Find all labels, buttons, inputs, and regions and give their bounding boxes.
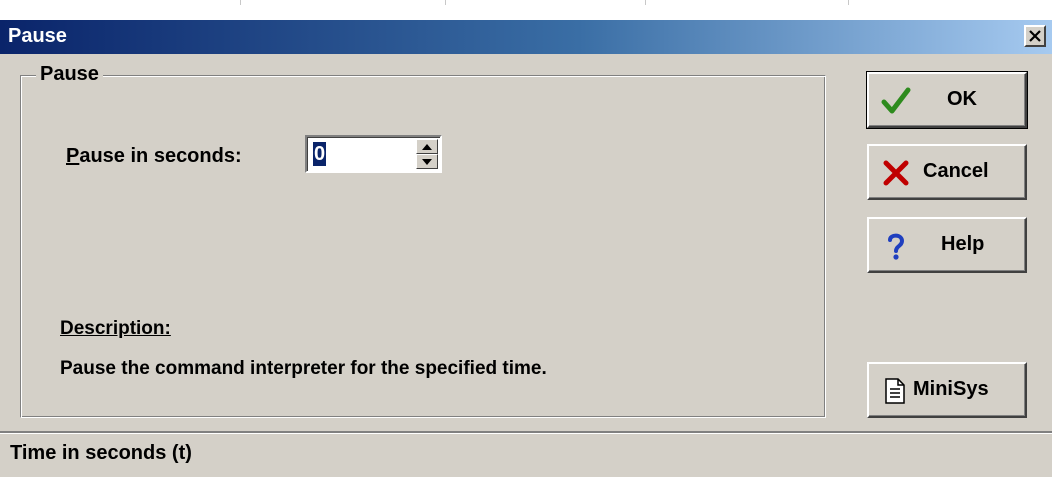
window-title: Pause [8, 25, 67, 47]
cancel-button[interactable]: Cancel [867, 144, 1027, 200]
ok-label: OK [947, 88, 977, 110]
pause-seconds-spinner[interactable]: 0 [305, 135, 442, 173]
minisys-label: MiniSys [913, 378, 989, 400]
question-icon [888, 233, 905, 260]
pause-seconds-label: Pause in seconds: [66, 145, 242, 168]
label-text: ause in seconds: [79, 145, 242, 167]
check-icon [881, 87, 911, 114]
spin-up-button[interactable] [416, 139, 438, 154]
close-button[interactable] [1024, 25, 1046, 47]
pause-seconds-input[interactable]: 0 [313, 142, 327, 166]
close-icon [1029, 30, 1041, 42]
label-accelerator: P [66, 145, 80, 167]
status-text: Time in seconds (t) [10, 442, 192, 464]
title-bar: Pause [0, 20, 1052, 54]
help-label: Help [941, 233, 985, 255]
description-text: Pause the command interpreter for the sp… [60, 358, 547, 379]
spin-down-button[interactable] [416, 154, 438, 169]
document-icon [885, 378, 905, 404]
arrow-up-icon [422, 143, 432, 150]
arrow-down-icon [422, 158, 432, 165]
minisys-button[interactable]: MiniSys [867, 362, 1027, 418]
background-strip [0, 0, 1052, 20]
ok-button[interactable]: OK [866, 71, 1028, 129]
x-icon [883, 160, 909, 186]
group-legend: Pause [36, 63, 103, 86]
help-button[interactable]: Help [867, 217, 1027, 273]
cancel-label: Cancel [923, 160, 989, 182]
description-label: Description: [60, 318, 171, 339]
